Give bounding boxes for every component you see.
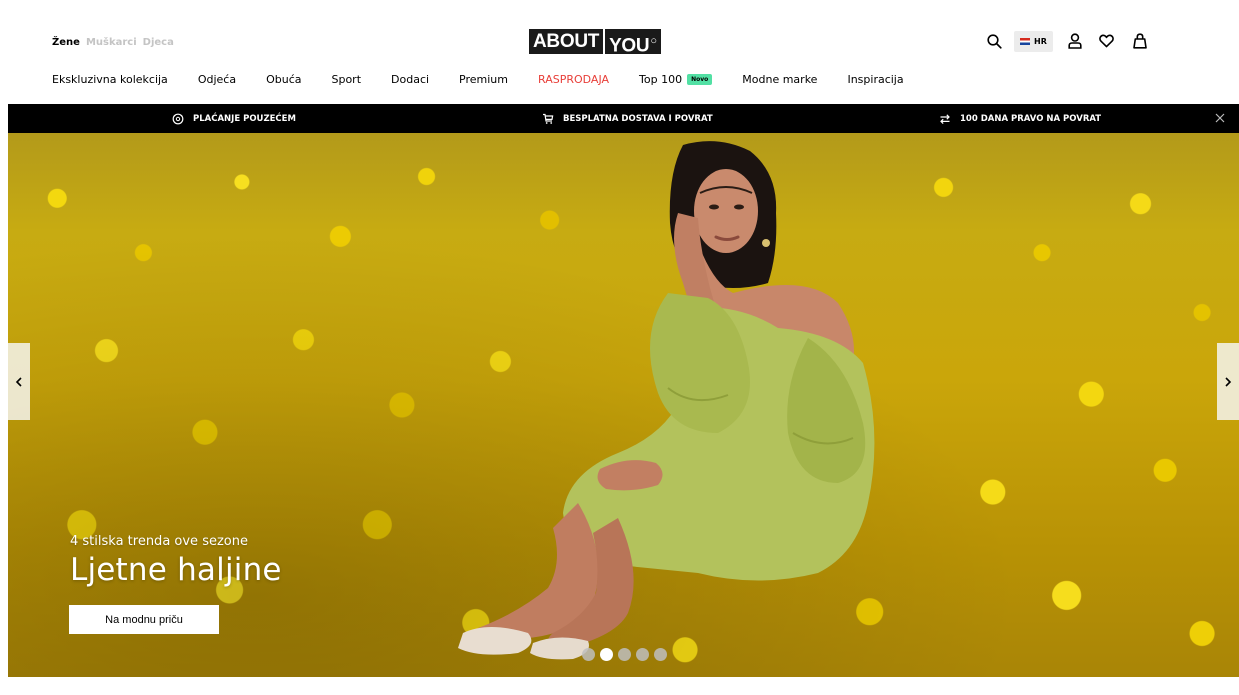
carousel-dot-1[interactable] xyxy=(582,648,595,661)
hero-model-image xyxy=(458,141,875,660)
usp-shipping-label: BESPLATNA DOSTAVA I POVRAT xyxy=(563,113,713,124)
hero-text: 4 stilska trenda ove sezone Ljetne halji… xyxy=(70,534,282,588)
usp-cash-label: PLAĆANJE POUZEĆEM xyxy=(193,113,296,124)
header-icons: HR xyxy=(984,30,1150,52)
cash-icon xyxy=(172,113,184,124)
about-you-logo[interactable]: ABOUT YOU○ xyxy=(529,29,661,57)
carousel-dot-3[interactable] xyxy=(618,648,631,661)
nav-item-odjeca[interactable]: Odjeća xyxy=(198,73,236,86)
logo-part-about: ABOUT xyxy=(529,29,604,54)
hero-subtitle: 4 stilska trenda ove sezone xyxy=(70,534,248,549)
gender-tab-djeca[interactable]: Djeca xyxy=(143,37,174,48)
usp-return-policy: 100 DANA PRAVO NA POVRAT xyxy=(939,104,1101,133)
gender-tab-muskarci[interactable]: Muškarci xyxy=(86,37,137,48)
gender-tabs: Žene Muškarci Djeca xyxy=(52,37,174,48)
carousel-dot-2[interactable] xyxy=(600,648,613,661)
usp-bar: PLAĆANJE POUZEĆEM BESPLATNA DOSTAVA I PO… xyxy=(8,104,1239,133)
nav-item-obuca[interactable]: Obuća xyxy=(266,73,301,86)
country-code: HR xyxy=(1034,36,1047,46)
carousel-dot-4[interactable] xyxy=(636,648,649,661)
croatia-flag-icon xyxy=(1020,37,1030,45)
carousel-dots xyxy=(582,648,667,661)
site-header: Žene Muškarci Djeca ABOUT YOU○ HR Eksklu… xyxy=(0,0,1239,104)
gender-tab-zene[interactable]: Žene xyxy=(52,37,80,48)
close-icon[interactable] xyxy=(1213,111,1227,125)
chevron-right-icon xyxy=(1225,376,1232,387)
logo-circle: ○ xyxy=(650,35,657,47)
return-arrows-icon xyxy=(940,113,950,124)
nav-item-modne-marke[interactable]: Modne marke xyxy=(742,73,817,86)
bag-icon[interactable] xyxy=(1130,30,1150,52)
cart-icon xyxy=(543,113,554,124)
usp-cash-on-delivery: PLAĆANJE POUZEĆEM xyxy=(172,104,296,133)
nav-item-top-100[interactable]: Top 100 Novo xyxy=(639,73,713,86)
nav-item-top-100-label: Top 100 xyxy=(639,73,683,86)
main-navigation: Ekskluzivna kolekcija Odjeća Obuća Sport… xyxy=(52,73,934,86)
logo-part-you: YOU○ xyxy=(605,29,661,57)
nav-item-rasprodaja[interactable]: RASPRODAJA xyxy=(538,73,609,86)
nav-item-ekskluzivna-kolekcija[interactable]: Ekskluzivna kolekcija xyxy=(52,73,168,86)
heart-icon[interactable] xyxy=(1097,30,1117,52)
chevron-left-icon xyxy=(15,376,22,387)
user-icon[interactable] xyxy=(1065,30,1085,52)
nav-item-sport[interactable]: Sport xyxy=(331,73,361,86)
hero-cta-button[interactable]: Na modnu priču xyxy=(69,605,219,634)
nav-item-dodaci[interactable]: Dodaci xyxy=(391,73,429,86)
logo-part-you-text: YOU xyxy=(609,35,650,57)
search-icon[interactable] xyxy=(984,30,1004,52)
hero-banner: 4 stilska trenda ove sezone Ljetne halji… xyxy=(8,133,1239,677)
nav-item-premium[interactable]: Premium xyxy=(459,73,508,86)
hero-title: Ljetne haljine xyxy=(70,552,282,588)
usp-return-label: 100 DANA PRAVO NA POVRAT xyxy=(960,113,1102,124)
new-badge: Novo xyxy=(687,74,713,85)
country-selector[interactable]: HR xyxy=(1014,30,1053,52)
carousel-dot-5[interactable] xyxy=(654,648,667,661)
carousel-prev-button[interactable] xyxy=(8,343,30,420)
carousel-next-button[interactable] xyxy=(1217,343,1239,420)
usp-free-shipping: BESPLATNA DOSTAVA I POVRAT xyxy=(542,104,713,133)
nav-item-inspiracija[interactable]: Inspiracija xyxy=(847,73,903,86)
